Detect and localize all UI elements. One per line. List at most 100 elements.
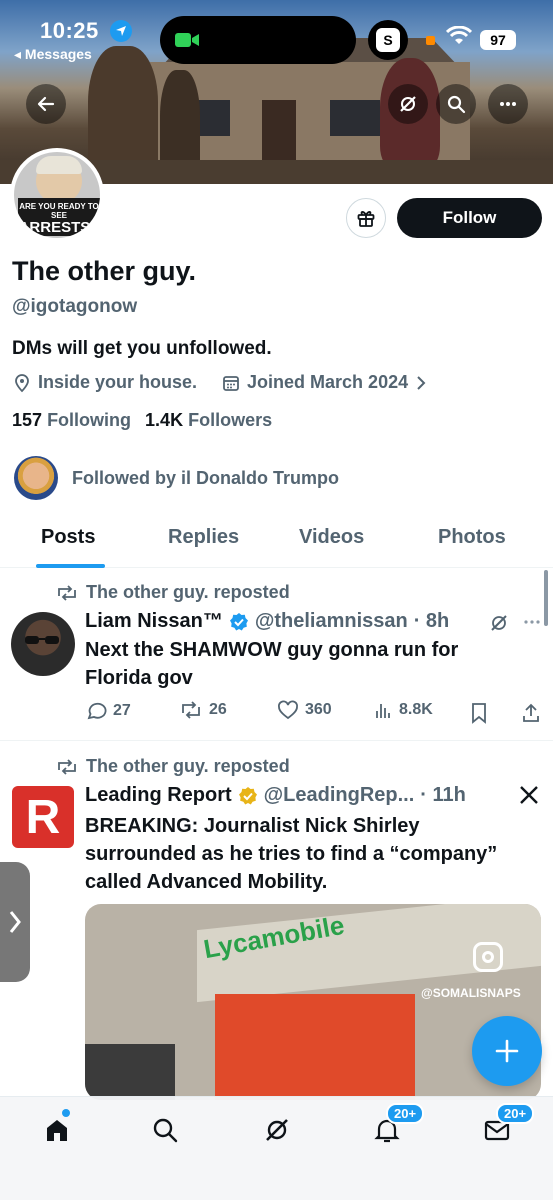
app-indicator: S <box>368 20 408 60</box>
post-author-name[interactable]: Liam Nissan™ <box>85 610 223 633</box>
media-shadow <box>85 1044 175 1100</box>
heart-icon <box>278 700 298 720</box>
views-button[interactable]: 8.8K <box>375 700 433 720</box>
media-storefront <box>215 994 415 1100</box>
post-author-name[interactable]: Leading Report <box>85 784 232 807</box>
scrollbar[interactable] <box>544 570 548 626</box>
media-watermark: @SOMALISNAPS <box>421 986 521 1000</box>
reply-count: 27 <box>113 702 131 719</box>
post-time: · 8h <box>413 610 450 632</box>
verified-badge-icon <box>238 786 257 804</box>
tab-photos[interactable]: Photos <box>438 526 506 549</box>
back-to-messages-link[interactable]: ◂ Messages <box>14 46 92 63</box>
avatar-sign-top: ARE YOU READY TO SEE <box>19 202 99 220</box>
repost-label: The other guy. reposted <box>56 582 290 603</box>
tab-posts[interactable]: Posts <box>41 526 95 549</box>
profile-tabs: Posts Replies Videos Photos <box>0 518 553 568</box>
repost-label: The other guy. reposted <box>56 756 290 777</box>
grok-icon[interactable] <box>488 612 510 634</box>
chevron-right-icon[interactable] <box>414 374 428 392</box>
active-tab-indicator <box>36 564 105 568</box>
profile-avatar[interactable]: ARE YOU READY TO SEE ARRESTS? <box>10 148 104 242</box>
following-label: Following <box>47 410 132 430</box>
banner-window <box>330 100 380 136</box>
post-header: Leading Report @LeadingRep... · 11h <box>85 784 466 807</box>
bookmark-icon[interactable] <box>470 702 488 724</box>
side-panel-handle[interactable] <box>0 862 30 982</box>
verified-badge-icon <box>229 612 248 630</box>
instagram-icon <box>473 942 503 972</box>
status-time: 10:25 <box>40 18 99 43</box>
more-icon <box>500 102 516 106</box>
arrow-left-icon <box>37 96 55 112</box>
reply-button[interactable]: 27 <box>85 700 131 722</box>
wifi-icon <box>446 26 472 44</box>
repost-icon <box>182 701 200 719</box>
calendar-icon <box>223 375 239 391</box>
repost-icon <box>58 584 76 601</box>
nav-search[interactable] <box>148 1113 182 1147</box>
messages-badge: 20+ <box>496 1103 535 1124</box>
compose-post-button[interactable] <box>472 1016 542 1086</box>
more-icon[interactable] <box>522 612 542 632</box>
nav-grok[interactable] <box>260 1113 294 1147</box>
follow-button[interactable]: Follow <box>397 198 542 238</box>
profile-location: Inside your house. <box>38 372 198 392</box>
profile-joined[interactable]: Joined March 2024 <box>247 372 408 393</box>
subscribe-gift-button[interactable] <box>346 198 386 238</box>
post-header: Liam Nissan™ @theliamnissan · 8h <box>85 610 449 633</box>
repost-label-text: The other guy. reposted <box>86 582 290 602</box>
followers-label: Followers <box>188 410 273 430</box>
leading-report-logo: R <box>25 790 61 844</box>
profile-name: The other guy. <box>12 256 197 286</box>
post-author-handle[interactable]: @LeadingRep... <box>264 784 415 807</box>
post-author-avatar[interactable]: R <box>12 786 74 848</box>
following-link[interactable]: 157 Following <box>12 410 131 431</box>
more-options-button[interactable] <box>488 84 528 124</box>
post-media-video[interactable]: Lycamobile @SOMALISNAPS <box>85 904 541 1100</box>
nav-messages[interactable]: 20+ <box>480 1103 535 1147</box>
post-author-avatar[interactable] <box>11 612 75 676</box>
followers-link[interactable]: 1.4K Followers <box>145 410 272 431</box>
location-pin-icon <box>15 373 29 392</box>
avatar-hair <box>36 156 82 174</box>
grok-button[interactable] <box>388 84 428 124</box>
post-text: BREAKING: Journalist Nick Shirley surrou… <box>85 815 498 893</box>
chevron-right-icon <box>9 911 21 933</box>
following-count: 157 <box>12 410 43 430</box>
tab-replies[interactable]: Replies <box>168 526 239 549</box>
avatar-sign: ARE YOU READY TO SEE ARRESTS? <box>18 198 100 236</box>
search-icon <box>447 95 466 114</box>
home-icon <box>47 1120 67 1141</box>
like-count: 360 <box>305 701 332 718</box>
profile-handle: @igotagonow <box>12 296 138 317</box>
post-author-handle[interactable]: @theliamnissan <box>255 610 408 633</box>
notifications-badge: 20+ <box>386 1103 425 1124</box>
banner-door <box>262 100 296 164</box>
repost-button[interactable]: 26 <box>179 700 227 720</box>
battery-indicator: 97 <box>480 30 516 50</box>
avatar-sign-main: ARRESTS? <box>18 219 100 236</box>
like-button[interactable]: 360 <box>277 700 332 720</box>
profile-bio: DMs will get you unfollowed. <box>12 338 272 359</box>
location-arrow-icon <box>110 20 132 42</box>
post-divider <box>0 740 553 741</box>
post-text: Next the SHAMWOW guy gonna run for Flori… <box>85 639 459 689</box>
back-button[interactable] <box>26 84 66 124</box>
tab-videos[interactable]: Videos <box>299 526 364 549</box>
post-actions: 27 26 360 8.8K <box>85 700 543 726</box>
video-camera-icon <box>175 33 199 47</box>
share-icon[interactable] <box>521 702 541 724</box>
views-count: 8.8K <box>399 701 433 718</box>
plus-icon <box>495 1039 519 1063</box>
search-button[interactable] <box>436 84 476 124</box>
repost-icon <box>58 758 76 775</box>
nav-home[interactable] <box>40 1109 74 1147</box>
profile-meta: Inside your house. Joined March 2024 <box>12 372 428 393</box>
nav-notifications[interactable]: 20+ <box>370 1103 425 1147</box>
status-bar: 10:25 ◂ Messages S 97 <box>0 0 553 66</box>
recording-indicator <box>426 36 435 45</box>
sunglasses-icon <box>25 636 59 644</box>
followed-by-text: Followed by il Donaldo Trumpo <box>72 467 339 488</box>
followed-by-row[interactable]: Followed by il Donaldo Trumpo <box>14 456 339 500</box>
